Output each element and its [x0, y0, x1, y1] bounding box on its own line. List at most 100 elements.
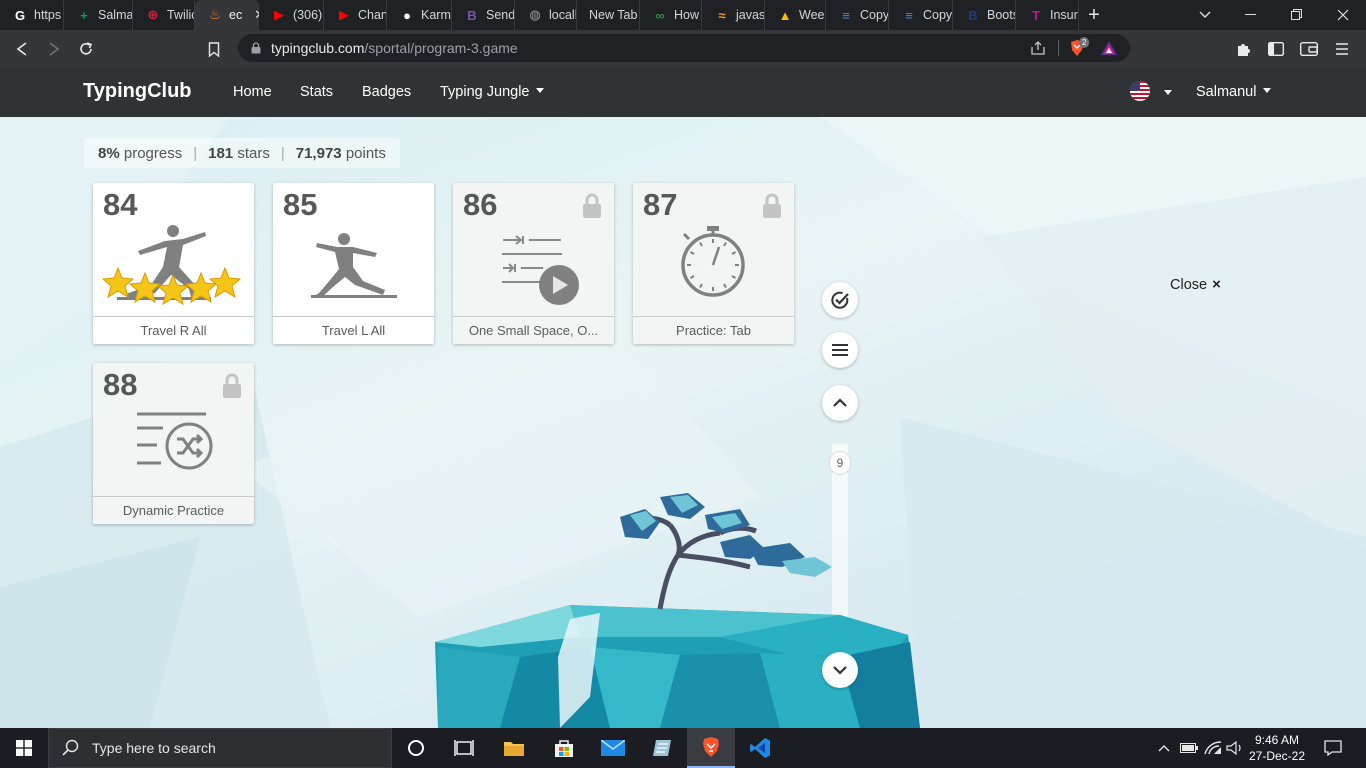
mail-envelope-icon — [601, 740, 625, 756]
chevron-down-icon — [1164, 90, 1172, 95]
google-icon: G — [14, 7, 26, 23]
url-path: /sportal/program-3.game — [364, 40, 518, 56]
lesson-card-85[interactable]: 85 Travel L All — [273, 183, 434, 344]
new-tab-button[interactable]: + — [1079, 0, 1109, 30]
wallet-button[interactable] — [1296, 36, 1322, 62]
clock-time: 9:46 AM — [1254, 733, 1300, 747]
browser-menu-button[interactable] — [1329, 36, 1355, 62]
lesson-card-84[interactable]: 84 Travel R All — [93, 183, 254, 344]
browser-tab[interactable]: ♨ec✕ — [195, 0, 259, 30]
show-hidden-icons-button[interactable] — [1154, 728, 1174, 768]
search-icon — [62, 739, 79, 756]
nav-home-link[interactable]: Home — [233, 84, 272, 100]
tab-title: localh — [549, 8, 576, 22]
taskbar-search-box[interactable]: Type here to search — [48, 728, 392, 768]
notifications-button[interactable] — [1318, 728, 1348, 768]
battery-icon — [1180, 743, 1198, 753]
close-label: Close — [1170, 277, 1208, 293]
nav-stats-link[interactable]: Stats — [300, 84, 333, 100]
nav-badges-link[interactable]: Badges — [362, 84, 411, 100]
cortana-button[interactable] — [392, 728, 440, 768]
tab-title: (306) — [293, 8, 323, 22]
start-button[interactable] — [0, 728, 48, 768]
browser-tab[interactable]: ⊕ Twilic — [133, 0, 195, 30]
close-window-button[interactable] — [1320, 0, 1366, 30]
bookmark-button[interactable] — [201, 36, 227, 62]
task-view-button[interactable] — [440, 728, 488, 768]
folder-icon — [504, 742, 524, 756]
minimize-window-button[interactable] — [1228, 0, 1274, 30]
forward-button[interactable] — [41, 36, 67, 62]
lesson-title: Travel R All — [93, 316, 254, 344]
battery-status[interactable] — [1178, 728, 1200, 768]
drive-icon: ▲ — [778, 7, 792, 23]
typing-jungle-label: Typing Jungle — [440, 84, 530, 100]
brave-lion-icon — [703, 737, 719, 757]
close-button[interactable]: Close × — [1170, 276, 1221, 293]
chevron-up-icon — [833, 398, 847, 407]
address-bar[interactable]: typingclub.com/sportal/program-3.game 2 — [238, 34, 1130, 62]
shuffle-practice-icon — [137, 412, 213, 470]
browser-tab[interactable]: New Tab — [577, 0, 640, 30]
browser-tab[interactable]: ▲ Week — [765, 0, 826, 30]
volume-control[interactable] — [1224, 728, 1246, 768]
browser-tab[interactable]: Ghttps — [0, 0, 64, 30]
scroll-down-button[interactable] — [822, 652, 858, 688]
lesson-card-88[interactable]: 88 Dynamic Practice — [93, 363, 254, 524]
back-button[interactable] — [9, 36, 35, 62]
lock-icon[interactable] — [247, 39, 265, 57]
tab-title: New Tab — [589, 8, 638, 22]
typingclub-logo[interactable]: TypingClub — [83, 80, 192, 103]
sidebar-toggle-button[interactable] — [1263, 36, 1289, 62]
notification-chat-icon — [1324, 740, 1342, 756]
browser-tab[interactable]: ≈ javas — [702, 0, 765, 30]
page-number-badge: 9 — [829, 451, 851, 475]
user-menu-dropdown[interactable]: Salmanul — [1196, 84, 1272, 100]
system-clock[interactable]: 9:46 AM 27-Dec-22 — [1246, 732, 1308, 764]
extensions-button[interactable] — [1231, 36, 1257, 62]
docs-icon: ≡ — [905, 7, 913, 23]
scroll-up-button[interactable] — [822, 385, 858, 421]
file-explorer-button[interactable] — [490, 728, 538, 768]
cortana-circle-icon — [408, 740, 424, 756]
tab-search-chevron-icon[interactable] — [1182, 0, 1228, 30]
brave-shields-icon[interactable]: 2 — [1068, 37, 1090, 57]
language-selector[interactable] — [1129, 80, 1172, 107]
vscode-button[interactable] — [736, 728, 784, 768]
url-host: typingclub.com — [271, 40, 365, 56]
nav-typing-jungle-dropdown[interactable]: Typing Jungle — [440, 84, 545, 100]
twilio-icon: ⊕ — [147, 7, 159, 22]
browser-tab[interactable]: B Boots — [953, 0, 1016, 30]
wifi-status[interactable] — [1202, 728, 1224, 768]
lock-icon — [223, 373, 241, 398]
menu-button[interactable] — [822, 332, 858, 368]
browser-tab[interactable]: ∞ How — [640, 0, 702, 30]
browser-tab[interactable]: + Salma — [64, 0, 133, 30]
chevron-up-icon — [1158, 745, 1170, 752]
browser-toolbar: typingclub.com/sportal/program-3.game 2 — [0, 30, 1366, 67]
progress-check-button[interactable] — [822, 282, 858, 318]
browser-tab[interactable]: ● Karm — [387, 0, 452, 30]
lesson-card-87[interactable]: 87 Practice: Tab — [633, 183, 794, 344]
url-text[interactable]: typingclub.com/sportal/program-3.game — [271, 40, 518, 56]
reload-button[interactable] — [73, 36, 99, 62]
browser-tab[interactable]: ≡ Copy — [889, 0, 953, 30]
restore-window-button[interactable] — [1274, 0, 1320, 30]
browser-tab[interactable]: ◍ localh — [515, 0, 577, 30]
browser-tab[interactable]: B Send — [452, 0, 515, 30]
docs-icon: ≡ — [842, 7, 850, 23]
browser-tab[interactable]: ▶ Chan — [324, 0, 387, 30]
browser-tab[interactable]: ▶ (306) — [259, 0, 324, 30]
microsoft-store-button[interactable] — [540, 728, 588, 768]
app-notes-button[interactable] — [638, 728, 686, 768]
site-navbar: TypingClub Home Stats Badges Typing Jung… — [0, 67, 1366, 117]
share-icon[interactable] — [1030, 39, 1048, 57]
browser-tab[interactable]: T Insur — [1016, 0, 1079, 30]
lesson-card-86[interactable]: 86 One Small Space, O... — [453, 183, 614, 344]
stars-label: stars — [237, 144, 270, 162]
mail-button[interactable] — [589, 728, 637, 768]
brave-browser-button[interactable] — [687, 728, 735, 768]
browser-tab[interactable]: ≡ Copy — [826, 0, 889, 30]
brave-rewards-icon[interactable] — [1100, 39, 1118, 57]
separator: | — [193, 144, 198, 162]
